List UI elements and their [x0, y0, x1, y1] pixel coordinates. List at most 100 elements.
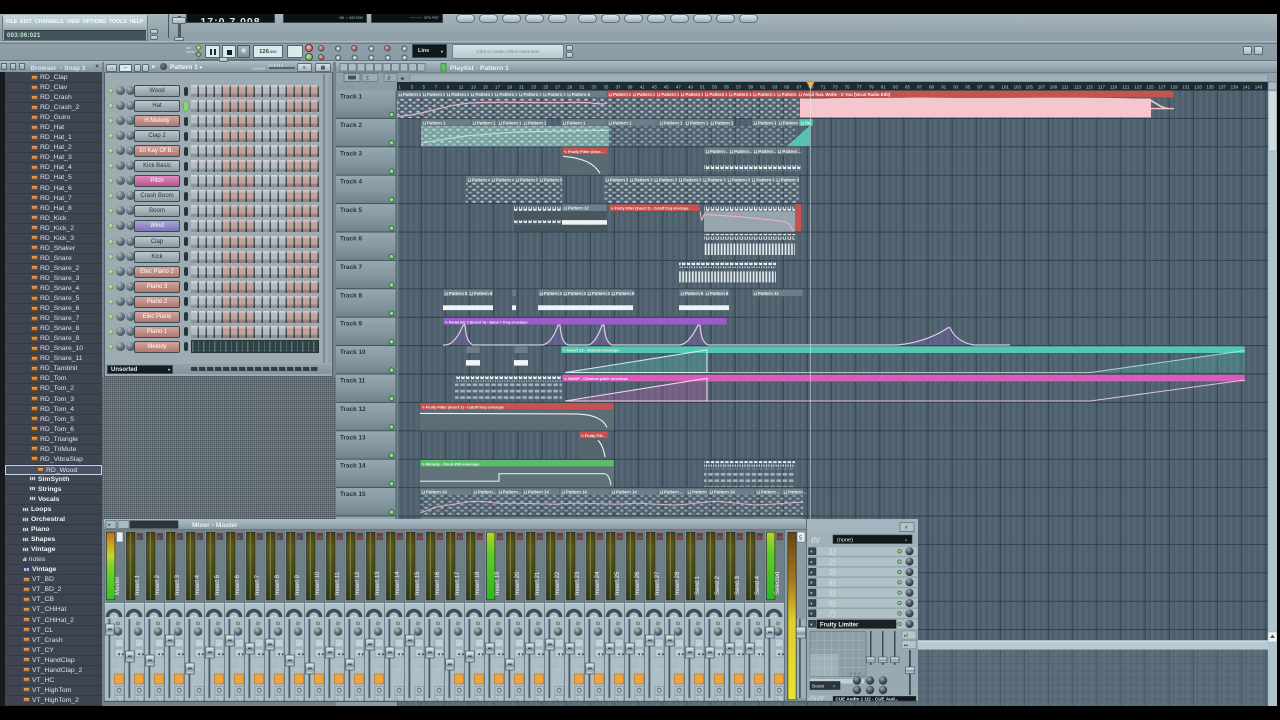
svg-text:137: 137 [1219, 85, 1227, 90]
svg-text:▾: ▾ [905, 538, 907, 543]
svg-text:87: 87 [917, 85, 922, 90]
svg-text:2): 2) [824, 558, 836, 567]
svg-text:⊔ Pattern ..: ⊔ Pattern .. [474, 490, 497, 495]
svg-text:27: 27 [555, 85, 560, 90]
svg-text:Mixer - Master: Mixer - Master [192, 522, 238, 529]
svg-text:● ●: ● ● [391, 614, 398, 619]
svg-text:6): 6) [824, 599, 836, 608]
svg-text:Insert 6: Insert 6 [235, 574, 241, 595]
svg-text:⊔ Pattern 1: ⊔ Pattern 1 [423, 121, 447, 126]
svg-text:113: 113 [1074, 85, 1082, 90]
svg-text:⊔ Pattern 8: ⊔ Pattern 8 [706, 291, 730, 296]
svg-text:● ●: ● ● [411, 614, 418, 619]
svg-text:111: 111 [1062, 85, 1069, 90]
svg-text:Track 12: Track 12 [340, 406, 366, 413]
svg-text:⊔ Pattern 3: ⊔ Pattern 3 [495, 92, 519, 97]
svg-text:⊔ Pattern 1: ⊔ Pattern 1 [609, 121, 633, 126]
svg-text:◄►: ◄► [456, 651, 465, 656]
svg-text:Track 10: Track 10 [340, 349, 366, 356]
svg-text:85: 85 [905, 85, 910, 90]
svg-text:FX: FX [716, 667, 721, 672]
svg-text:Insert 7: Insert 7 [255, 574, 261, 595]
svg-text:⊔ Pattern 14: ⊔ Pattern 14 [422, 490, 448, 495]
svg-text:21: 21 [519, 85, 524, 90]
svg-text:FX: FX [776, 667, 781, 672]
svg-text:⊔ Pattern 1: ⊔ Pattern 1 [686, 121, 710, 126]
svg-text:◄►: ◄► [416, 651, 425, 656]
svg-text:⊔ Pattern 8: ⊔ Pattern 8 [564, 291, 588, 296]
svg-text:1): 1) [824, 548, 836, 557]
svg-text:9: 9 [297, 535, 300, 540]
svg-text:⊔ Pattern 8: ⊔ Pattern 8 [470, 291, 494, 296]
svg-text:INS: INS [337, 529, 342, 533]
svg-text:INS: INS [697, 529, 702, 533]
svg-text:8: 8 [277, 535, 280, 540]
svg-text:⊔ Pattern ..: ⊔ Pattern .. [757, 490, 780, 495]
svg-text:INS: INS [297, 529, 302, 533]
svg-text:99: 99 [989, 85, 994, 90]
svg-text:INS: INS [657, 529, 662, 533]
svg-text:INS: INS [577, 529, 582, 533]
svg-text:Insert 22: Insert 22 [555, 571, 561, 595]
svg-text:INS: INS [437, 529, 442, 533]
svg-text:35: 35 [604, 85, 609, 90]
svg-text:◄►: ◄► [576, 651, 585, 656]
svg-text:Insert 25: Insert 25 [615, 571, 621, 595]
svg-text:● ●: ● ● [751, 614, 758, 619]
svg-text:11: 11 [459, 85, 464, 90]
svg-text:53: 53 [712, 85, 717, 90]
svg-text:18: 18 [477, 535, 483, 540]
svg-text:⊔ Pattern 3: ⊔ Pattern 3 [606, 177, 630, 182]
svg-text:◄►: ◄► [256, 651, 265, 656]
svg-text:⊔ Pattern 8: ⊔ Pattern 8 [612, 291, 636, 296]
svg-text:◂: ◂ [400, 76, 404, 83]
svg-text:INS: INS [177, 529, 182, 533]
svg-text:4: 4 [197, 535, 200, 540]
svg-text:⊔ Avicii feat. Wolte - X You (: ⊔ Avicii feat. Wolte - X You (Vocal Radi… [799, 92, 891, 97]
svg-text:⊔ Pattern 2: ⊔ Pattern 2 [609, 92, 633, 97]
svg-text:∂: ∂ [388, 75, 391, 82]
svg-text:FX: FX [356, 667, 361, 672]
svg-text:INS: INS [617, 529, 622, 533]
svg-text:◄►: ◄► [556, 651, 565, 656]
svg-text:⊔ Pattern 2: ⊔ Pattern 2 [729, 92, 753, 97]
svg-text:∿ Paraa EQ 2 (Insert 9) - Band: ∿ Paraa EQ 2 (Insert 9) - Band 7 freq en… [445, 320, 528, 324]
svg-text:Insert 20: Insert 20 [515, 571, 521, 595]
svg-text:Track 9: Track 9 [340, 321, 362, 328]
svg-text:115: 115 [1086, 85, 1094, 90]
svg-text:⊔ Pattern 2: ⊔ Pattern 2 [705, 92, 729, 97]
svg-text:129: 129 [1170, 85, 1178, 90]
svg-text:131: 131 [1182, 85, 1190, 90]
svg-text:FX: FX [456, 667, 461, 672]
svg-text:● ●: ● ● [331, 614, 338, 619]
svg-text:FX: FX [316, 667, 321, 672]
svg-text:47: 47 [676, 85, 681, 90]
svg-text:⊔ Pattern ..: ⊔ Pattern .. [688, 490, 711, 495]
svg-text:11: 11 [337, 535, 342, 540]
svg-text:⊔ Pattern ..: ⊔ Pattern .. [660, 490, 683, 495]
svg-text:Insert 21: Insert 21 [535, 571, 541, 595]
svg-text:FX: FX [436, 667, 441, 672]
svg-text:● ●: ● ● [631, 614, 638, 619]
svg-text:⊔ Pattern 2: ⊔ Pattern 2 [447, 92, 471, 97]
svg-text:● ●: ● ● [271, 614, 278, 619]
svg-text:FX: FX [396, 667, 401, 672]
svg-text:141: 141 [1243, 85, 1251, 90]
svg-text:73: 73 [833, 85, 838, 90]
svg-text:10: 10 [317, 535, 323, 540]
svg-text:INS: INS [637, 529, 642, 533]
svg-text:⊔ Pattern 14: ⊔ Pattern 14 [612, 490, 638, 495]
svg-text:● ●: ● ● [571, 614, 578, 619]
svg-text:⊔ Pattern 4: ⊔ Pattern 4 [468, 177, 492, 182]
svg-text:⊔ Pattern 3: ⊔ Pattern 3 [776, 177, 800, 182]
svg-text:● ●: ● ● [551, 614, 558, 619]
svg-text:● ●: ● ● [451, 614, 458, 619]
svg-text:● ●: ● ● [611, 614, 618, 619]
svg-text:INS: INS [517, 529, 522, 533]
svg-text:⊔ Pattern ..: ⊔ Pattern .. [730, 149, 753, 154]
svg-text:FX: FX [136, 667, 141, 672]
svg-text:Track 7: Track 7 [340, 264, 362, 271]
svg-text:● ●: ● ● [531, 614, 538, 619]
svg-text:● ●: ● ● [351, 614, 358, 619]
svg-text:▸‖: ▸‖ [904, 633, 908, 638]
